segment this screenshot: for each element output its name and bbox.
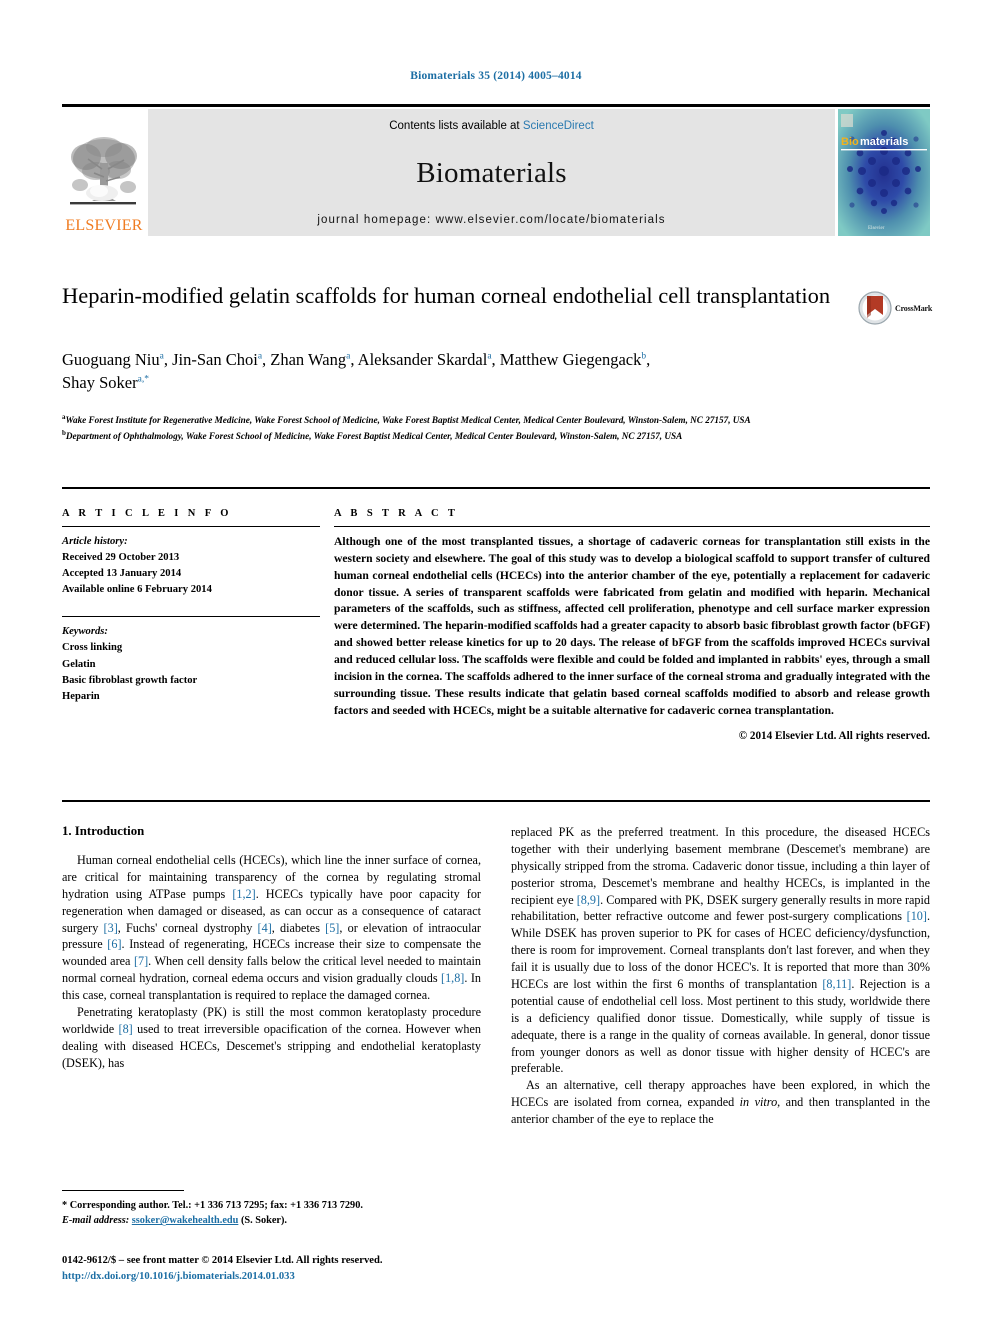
citation-ref[interactable]: [8,11] <box>822 977 851 991</box>
article-info-heading: A R T I C L E I N F O <box>62 508 232 519</box>
affiliation-a: aWake Forest Institute for Regenerative … <box>62 413 751 426</box>
corresponding-author-footnote: * Corresponding author. Tel.: +1 336 713… <box>62 1190 481 1229</box>
keywords-label: Keywords: <box>62 626 108 638</box>
cover-artwork: Bio materials Elsevier <box>838 109 930 236</box>
crossmark-badge[interactable]: CrossMark <box>858 287 934 329</box>
citation-ref[interactable]: [7] <box>134 954 148 968</box>
page-title: Heparin-modified gelatin scaffolds for h… <box>62 283 831 308</box>
svg-text:Elsevier: Elsevier <box>868 226 885 231</box>
elsevier-wordmark: ELSEVIER <box>65 217 143 234</box>
author-affil-marker: a <box>257 351 263 362</box>
author-affil-marker: b <box>641 351 647 362</box>
sciencedirect-link[interactable]: ScienceDirect <box>523 120 594 132</box>
citation-ref[interactable]: [4] <box>258 921 272 935</box>
email-label: E-mail address: <box>62 1215 130 1227</box>
journal-title: Biomaterials <box>416 156 567 189</box>
contents-prefix: Contents lists available at <box>389 120 523 132</box>
article-title-wrap: Heparin-modified gelatin scaffolds for h… <box>62 282 852 310</box>
author-list: Guoguang Niua, Jin-San Choia, Zhan Wanga… <box>62 348 862 395</box>
citation-ref[interactable]: [1,2] <box>232 887 255 901</box>
svg-text:materials: materials <box>860 136 908 148</box>
history-online: Available online 6 February 2014 <box>62 584 212 596</box>
affiliation-list: aWake Forest Institute for Regenerative … <box>62 412 882 444</box>
footnote-email-line: E-mail address: ssoker@wakehealth.edu (S… <box>62 1213 481 1228</box>
article-history-block: Article history: Received 29 October 201… <box>62 534 320 598</box>
abstract-heading: A B S T R A C T <box>334 508 459 519</box>
paragraph: Penetrating keratoplasty (PK) is still t… <box>62 1005 481 1070</box>
front-matter-block: 0142-9612/$ – see front matter © 2014 El… <box>62 1253 542 1285</box>
citation-ref[interactable]: [8] <box>119 1022 133 1036</box>
article-history-label: Article history: <box>62 536 128 547</box>
abstract-bottom-rule <box>62 800 930 802</box>
issn-copyright-line: 0142-9612/$ – see front matter © 2014 El… <box>62 1255 383 1266</box>
author-affil-marker: a <box>159 351 164 362</box>
article-info-rule <box>62 526 320 527</box>
citation-ref[interactable]: [10] <box>907 909 927 923</box>
elsevier-logo: ELSEVIER <box>62 109 146 236</box>
footnote-rule <box>62 1190 184 1191</box>
paragraph: As an alternative, cell therapy approach… <box>511 1078 930 1127</box>
author-line-1: Guoguang Niua, Jin-San Choia, Zhan Wanga… <box>62 350 651 369</box>
info-abstract-block: A R T I C L E I N F O Article history: R… <box>62 487 930 742</box>
history-received: Received 29 October 2013 <box>62 552 180 564</box>
journal-band: Contents lists available at ScienceDirec… <box>148 109 835 236</box>
citation-ref[interactable]: [8,9] <box>577 893 600 907</box>
elsevier-tree-icon <box>70 137 137 205</box>
citation-ref[interactable]: [3] <box>104 921 118 935</box>
svg-text:Bio: Bio <box>841 136 859 148</box>
author-affil-marker: a <box>346 351 351 362</box>
abstract-copyright: © 2014 Elsevier Ltd. All rights reserved… <box>738 730 930 743</box>
citation-ref[interactable]: [5] <box>325 921 339 935</box>
paragraph: replaced PK as the preferred treatment. … <box>511 825 931 1076</box>
author-affil-marker: a <box>487 351 492 362</box>
keyword-item: Gelatin <box>62 658 96 670</box>
crossmark-icon <box>858 291 892 325</box>
section-heading-introduction: 1. Introduction <box>62 824 145 838</box>
crossmark-label: CrossMark <box>895 303 933 313</box>
history-accepted: Accepted 13 January 2014 <box>62 568 182 580</box>
keyword-item: Cross linking <box>62 642 123 654</box>
journal-masthead: ELSEVIER Contents lists available at Sci… <box>62 104 930 236</box>
email-owner: (S. Soker). <box>240 1215 287 1227</box>
affiliation-b: bDepartment of Ophthalmology, Wake Fores… <box>62 428 683 442</box>
corresponding-author-star: * <box>144 374 149 385</box>
citation-ref[interactable]: [6] <box>107 937 121 951</box>
contents-available-line: Contents lists available at ScienceDirec… <box>389 120 594 132</box>
abstract-column: A B S T R A C T Although one of the most… <box>334 508 930 742</box>
abstract-rule <box>334 526 930 527</box>
journal-homepage-link[interactable]: journal homepage: www.elsevier.com/locat… <box>317 214 665 226</box>
body-column-right: replaced PK as the preferred treatment. … <box>511 824 930 1254</box>
email-link[interactable]: ssoker@wakehealth.edu <box>132 1215 239 1226</box>
keywords-rule <box>62 616 320 618</box>
citation-ref[interactable]: [1,8] <box>441 971 464 985</box>
paragraph: Human corneal endothelial cells (HCECs),… <box>62 853 482 1003</box>
doi-link[interactable]: http://dx.doi.org/10.1016/j.biomaterials… <box>62 1269 542 1285</box>
latin-phrase: in vitro <box>739 1095 778 1110</box>
journal-article-page: Biomaterials 35 (2014) 4005–4014 ELSEVIE… <box>0 0 992 1323</box>
article-info-column: A R T I C L E I N F O Article history: R… <box>62 508 334 742</box>
keywords-block: Keywords: Cross linking Gelatin Basic fi… <box>62 616 320 704</box>
abstract-text: Although one of the most transplanted ti… <box>334 535 930 717</box>
journal-cover-thumbnail: Bio materials Elsevier <box>838 109 930 236</box>
keyword-item: Heparin <box>62 690 100 702</box>
author-line-2: Shay Sokera,* <box>62 373 149 393</box>
footnote-corresponding-line: * Corresponding author. Tel.: +1 336 713… <box>62 1200 363 1211</box>
running-head: Biomaterials 35 (2014) 4005–4014 <box>410 70 582 82</box>
keyword-item: Basic fibroblast growth factor <box>62 674 198 686</box>
